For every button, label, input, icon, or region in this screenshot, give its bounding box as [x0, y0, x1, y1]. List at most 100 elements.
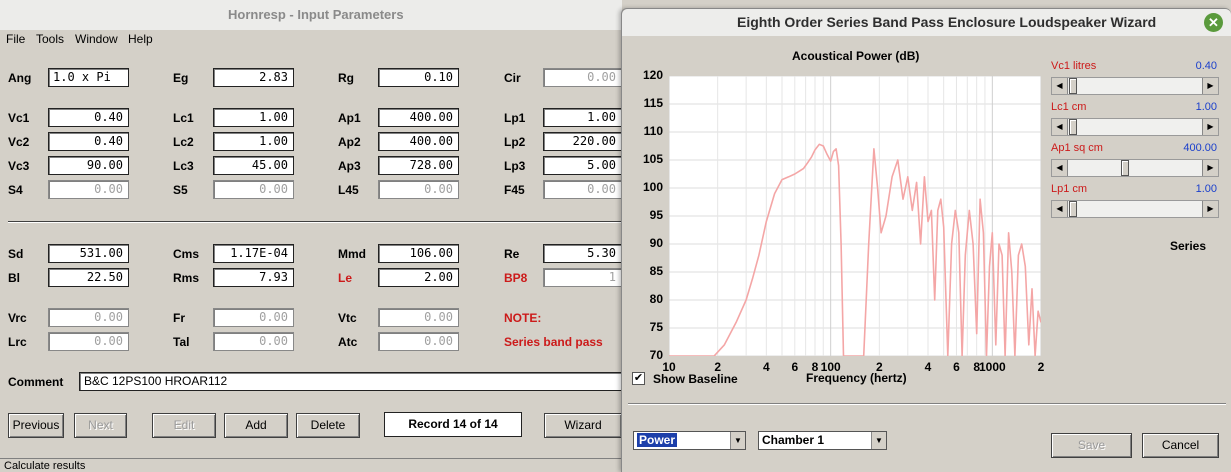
field-bp8[interactable]: 1 [543, 268, 622, 287]
menu-file[interactable]: File [6, 32, 25, 46]
slider-lp1[interactable]: ◀ ▶ [1051, 200, 1219, 218]
field-bl[interactable]: 22.50 [48, 268, 129, 287]
slider-lc1-value: 1.00 [1195, 101, 1217, 113]
field-ang[interactable]: 1.0 x Pi [48, 68, 129, 87]
field-ap3[interactable]: 728.00 [378, 156, 459, 175]
field-lc3[interactable]: 45.00 [213, 156, 294, 175]
x-tick-label: 4 [924, 360, 932, 374]
field-ap1[interactable]: 400.00 [378, 108, 459, 127]
chamber-select-value: Chamber 1 [762, 433, 825, 447]
label-vtc: Vtc [338, 311, 357, 325]
label-atc: Atc [338, 335, 358, 349]
field-le[interactable]: 2.00 [378, 268, 459, 287]
menu-tools[interactable]: Tools [36, 32, 64, 46]
field-lp3[interactable]: 5.00 [543, 156, 622, 175]
edit-button[interactable]: Edit [152, 413, 216, 438]
slider-lp1-label: Lp1 cm [1051, 183, 1088, 195]
slider-lc1[interactable]: ◀ ▶ [1051, 118, 1219, 136]
show-baseline-checkbox[interactable]: ✔ [632, 372, 645, 385]
slider-lc1-thumb[interactable] [1069, 119, 1077, 135]
field-lc1[interactable]: 1.00 [213, 108, 294, 127]
field-l45[interactable]: 0.00 [378, 180, 459, 199]
slider-ap1-label: Ap1 sq cm [1051, 142, 1103, 154]
slider-vc1-thumb[interactable] [1069, 78, 1077, 94]
label-rms: Rms [173, 271, 200, 285]
field-cir[interactable]: 0.00 [543, 68, 622, 87]
field-vc3[interactable]: 90.00 [48, 156, 129, 175]
arrow-left-icon[interactable]: ◀ [1052, 201, 1068, 217]
field-sd[interactable]: 531.00 [48, 244, 129, 263]
x-tick-label: 2 [1037, 360, 1045, 374]
chevron-down-icon[interactable]: ▼ [730, 432, 745, 449]
arrow-left-icon[interactable]: ◀ [1052, 78, 1068, 94]
record-indicator: Record 14 of 14 [384, 412, 522, 437]
slider-ap1-thumb[interactable] [1121, 160, 1129, 176]
label-comment: Comment [8, 375, 64, 389]
field-f45[interactable]: 0.00 [543, 180, 622, 199]
slider-lc1-label: Lc1 cm [1051, 101, 1087, 113]
next-button[interactable]: Next [74, 413, 127, 438]
y-tick-label: 120 [642, 68, 663, 82]
chevron-down-icon[interactable]: ▼ [871, 432, 886, 449]
save-button[interactable]: Save [1051, 433, 1132, 458]
arrow-right-icon[interactable]: ▶ [1202, 160, 1218, 176]
field-lp1[interactable]: 1.00 [543, 108, 622, 127]
arrow-left-icon[interactable]: ◀ [1052, 119, 1068, 135]
power-select[interactable]: Power ▼ [633, 431, 746, 450]
divider [8, 221, 622, 223]
y-tick-label: 110 [643, 124, 663, 138]
label-re: Re [504, 247, 520, 261]
delete-button[interactable]: Delete [296, 413, 360, 438]
label-bl: Bl [8, 271, 20, 285]
arrow-right-icon[interactable]: ▶ [1202, 119, 1218, 135]
x-axis-label: Frequency (hertz) [806, 371, 907, 385]
status-bar: Calculate results [0, 458, 622, 472]
previous-button[interactable]: Previous [8, 413, 64, 438]
field-rg[interactable]: 0.10 [378, 68, 459, 87]
slider-vc1[interactable]: ◀ ▶ [1051, 77, 1219, 95]
label-lp3: Lp3 [504, 159, 526, 173]
y-tick-label: 90 [649, 236, 663, 250]
slider-lp1-value: 1.00 [1195, 183, 1217, 195]
field-vrc[interactable]: 0.00 [48, 308, 129, 327]
field-fr[interactable]: 0.00 [213, 308, 294, 327]
field-tal[interactable]: 0.00 [213, 332, 294, 351]
field-vc2[interactable]: 0.40 [48, 132, 129, 151]
field-s4[interactable]: 0.00 [48, 180, 129, 199]
arrow-left-icon[interactable]: ◀ [1052, 160, 1068, 176]
close-icon[interactable]: ✕ [1204, 13, 1223, 32]
label-cms: Cms [173, 247, 200, 261]
comment-field[interactable]: B&C 12PS100 HROAR112 [79, 372, 622, 391]
label-rg: Rg [338, 71, 354, 85]
label-vc1: Vc1 [8, 111, 30, 125]
add-button[interactable]: Add [224, 413, 288, 438]
label-ap3: Ap3 [338, 159, 361, 173]
arrow-right-icon[interactable]: ▶ [1202, 201, 1218, 217]
cancel-button[interactable]: Cancel [1142, 433, 1219, 458]
field-vtc[interactable]: 0.00 [378, 308, 459, 327]
note-text: Series band pass [504, 335, 603, 349]
arrow-right-icon[interactable]: ▶ [1202, 78, 1218, 94]
slider-ap1[interactable]: ◀ ▶ [1051, 159, 1219, 177]
menu-window[interactable]: Window [75, 32, 118, 46]
label-lc3: Lc3 [173, 159, 194, 173]
label-ap2: Ap2 [338, 135, 361, 149]
field-s5[interactable]: 0.00 [213, 180, 294, 199]
field-rms[interactable]: 7.93 [213, 268, 294, 287]
wizard-title: Eighth Order Series Band Pass Enclosure … [737, 14, 1157, 30]
slider-lp1-thumb[interactable] [1069, 201, 1077, 217]
wizard-button[interactable]: Wizard [544, 413, 622, 438]
field-vc1[interactable]: 0.40 [48, 108, 129, 127]
field-atc[interactable]: 0.00 [378, 332, 459, 351]
field-lrc[interactable]: 0.00 [48, 332, 129, 351]
field-eg[interactable]: 2.83 [213, 68, 294, 87]
field-mmd[interactable]: 106.00 [378, 244, 459, 263]
menu-help[interactable]: Help [128, 32, 153, 46]
chamber-select[interactable]: Chamber 1 ▼ [758, 431, 887, 450]
x-tick-label: 4 [762, 360, 770, 374]
field-lc2[interactable]: 1.00 [213, 132, 294, 151]
field-cms[interactable]: 1.17E-04 [213, 244, 294, 263]
field-re[interactable]: 5.30 [543, 244, 622, 263]
field-ap2[interactable]: 400.00 [378, 132, 459, 151]
field-lp2[interactable]: 220.00 [543, 132, 622, 151]
